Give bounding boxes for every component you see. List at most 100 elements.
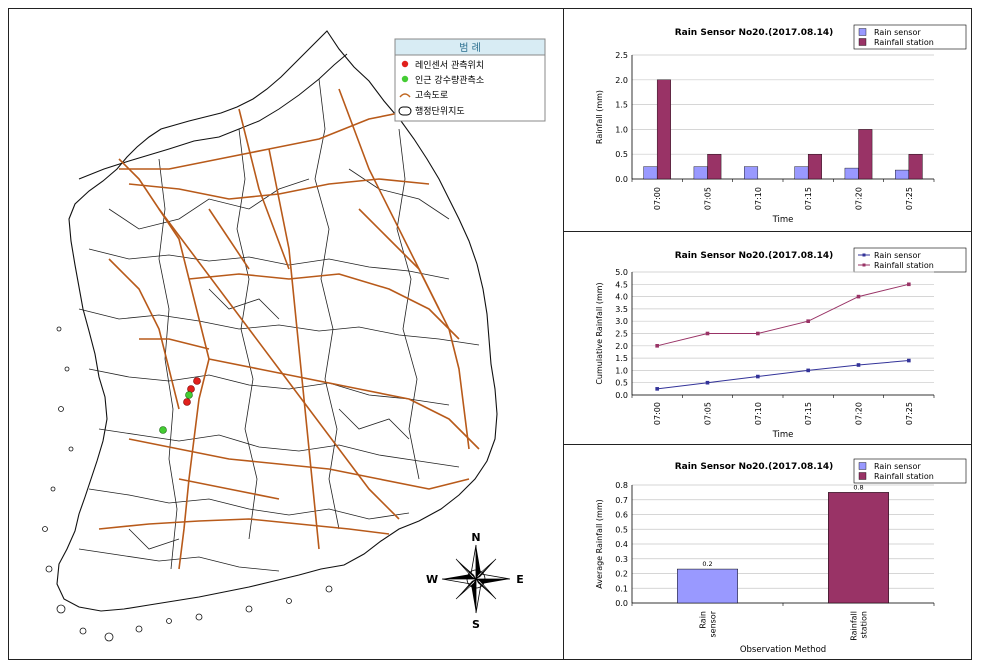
y-tick-label: 4.5 [615,280,628,289]
x-tick-label: 07:10 [754,402,763,425]
x-tick-label: 07:20 [855,187,864,210]
legend-swatch-marker [862,263,866,267]
legend-label: Rainfall station [874,38,934,47]
legend-item-highway: 고속도로 [415,90,448,101]
bar [828,492,889,604]
bar [693,166,708,180]
legend-green-dot-icon [401,75,409,83]
compass-w: W [426,573,438,586]
bar [895,169,910,180]
legend-label: Rainfall station [874,472,934,481]
korea-map: 범 례 레인센서 관측위치 인근 강수량관측소 고속도로 행정단위지도 N S … [42,30,546,642]
series-line [657,360,909,390]
y-tick-label: 2.5 [615,330,628,339]
chart-panel-2: Rain Sensor No20.(2017.08.14) Rain sensor… [563,231,972,445]
x-tick-label-group: Rain sensor [699,610,718,637]
data-point [705,331,710,336]
bar [858,129,873,180]
y-axis-label: Cumulative Rainfall (mm) [595,282,604,384]
x-tick-label: Rain [699,611,708,629]
y-tick-label: 3.0 [615,317,628,326]
y-tick-label: 4.0 [615,293,628,302]
bar [794,166,809,180]
data-point [907,358,911,363]
bar [844,167,859,180]
bar-chart-rainfall: Rain Sensor No20.(2017.08.14) Rain sensor… [595,24,967,225]
x-tick-label-group: Rainfall station [850,611,869,641]
legend-item-boundary: 행정단위지도 [415,105,465,117]
x-axis-label: Time [772,430,794,440]
chart-title: Rain Sensor No20.(2017.08.14) [675,251,834,261]
y-tick-label: 5.0 [615,268,628,277]
y-tick-label: 0.0 [615,175,628,184]
y-tick-label: 0.2 [615,570,628,579]
data-point [756,374,760,379]
legend-swatch [858,462,867,470]
data-point [705,380,710,385]
bar [677,568,738,604]
map-legend: 범 례 레인센서 관측위치 인근 강수량관측소 고속도로 행정단위지도 [394,38,546,122]
x-tick-label: Rainfall [850,611,859,641]
x-tick-label: 07:05 [704,187,713,210]
legend-swatch [858,28,867,36]
data-point [655,344,659,348]
compass-n: N [471,531,480,544]
data-point [907,282,911,287]
legend-label: Rainfall station [874,261,934,270]
compass-e: E [516,573,524,586]
compass-rose-icon: N S E W [426,531,524,631]
data-label: 0.8 [853,483,863,491]
y-tick-label: 0.5 [615,525,628,534]
data-point [655,387,659,391]
y-tick-label: 0.3 [615,555,628,564]
chart-legend: Rain sensorRainfall station [853,24,967,50]
y-tick-label: 1.0 [615,366,628,375]
line-chart-cumulative: Rain Sensor No20.(2017.08.14) Rain sensor… [595,247,967,440]
legend-label: Rain sensor [874,462,921,471]
x-axis-label: Observation Method [740,645,826,655]
x-tick-label: sensor [709,610,718,637]
bar [656,79,671,180]
compass-s: S [472,618,480,631]
data-label: 0.2 [702,560,712,568]
legend-red-dot-icon [401,60,409,68]
x-tick-label: 07:20 [855,402,864,425]
x-tick-label: 07:25 [905,402,914,425]
y-tick-label: 2.5 [615,51,628,60]
y-axis-label: Average Rainfall (mm) [595,499,604,589]
y-tick-label: 0.8 [615,481,628,490]
chart-legend: Rain sensorRainfall station [853,247,967,273]
data-point [756,331,760,336]
y-tick-label: 0.5 [615,379,628,388]
chart-panel-1: Rain Sensor No20.(2017.08.14) Rain sensor… [563,8,972,232]
x-tick-label: 07:15 [804,402,813,425]
y-axis-label: Rainfall (mm) [595,90,604,144]
chart-title: Rain Sensor No20.(2017.08.14) [675,28,834,38]
y-tick-label: 3.5 [615,305,628,314]
legend-swatch [858,38,867,46]
admin-boundaries [78,78,480,572]
y-tick-label: 0.6 [615,511,628,520]
x-tick-label: 07:10 [754,187,763,210]
bar [643,166,658,180]
bar [908,153,923,180]
y-tick-label: 0.7 [615,496,628,505]
y-tick-label: 0.4 [615,540,628,549]
bar [707,153,722,180]
legend-swatch [858,472,867,480]
chart-panel-3: Rain Sensor No20.(2017.08.14) Rain sensor… [563,444,972,660]
legend-item-sensor: 레인센서 관측위치 [415,59,484,71]
x-tick-label: 07:25 [905,187,914,210]
chart-legend: Rain sensorRainfall station [853,458,967,484]
bar-chart-average: Rain Sensor No20.(2017.08.14) Rain sensor… [595,458,967,655]
y-tick-label: 1.0 [615,125,628,134]
map-panel: 범 례 레인센서 관측위치 인근 강수량관측소 고속도로 행정단위지도 N S … [8,8,564,660]
x-axis-label: Time [772,215,794,225]
x-tick-label: 07:00 [653,402,662,425]
y-tick-label: 2.0 [615,342,628,351]
bar [807,153,822,180]
legend-title: 범 례 [459,42,481,54]
legend-swatch-marker [862,253,866,257]
y-tick-label: 0.0 [615,391,628,400]
legend-label: Rain sensor [874,251,921,260]
